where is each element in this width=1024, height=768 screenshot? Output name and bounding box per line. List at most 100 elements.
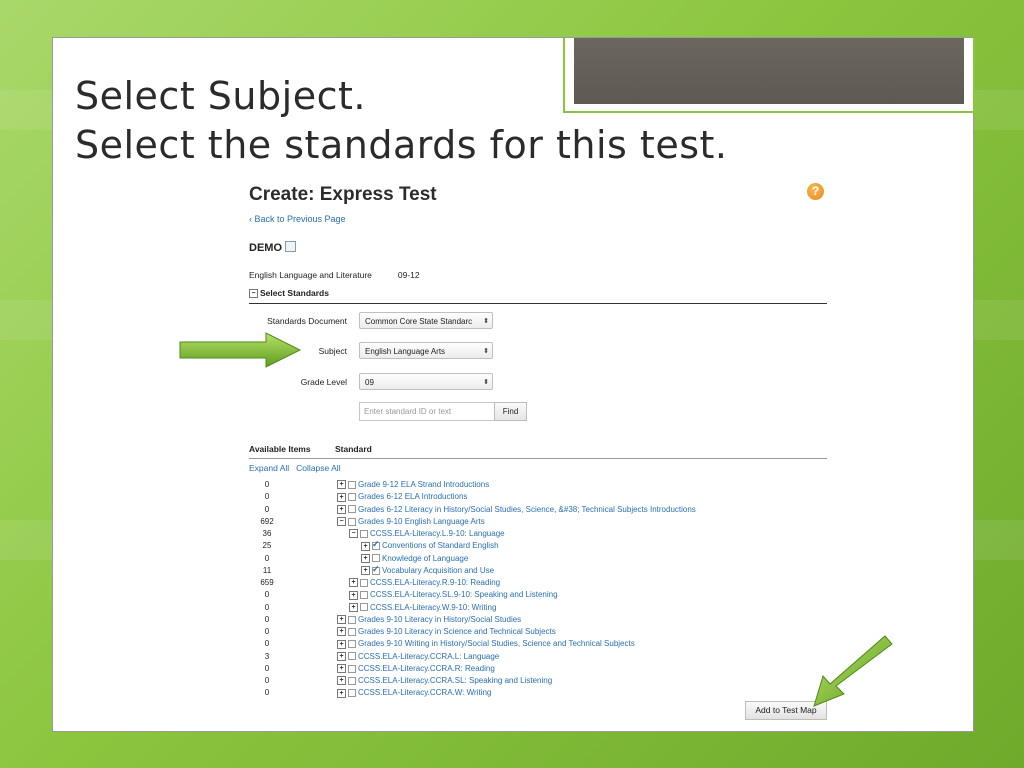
- standard-checkbox[interactable]: [348, 689, 356, 698]
- expand-node-icon[interactable]: +: [337, 480, 346, 490]
- standard-label[interactable]: Grades 9-10 Literacy in Science and Tech…: [358, 627, 556, 636]
- expand-node-icon[interactable]: +: [337, 651, 346, 661]
- grade-level-label: Grade Level: [300, 377, 347, 387]
- standard-label[interactable]: Knowledge of Language: [382, 554, 468, 563]
- available-count: 0: [264, 688, 270, 698]
- standard-checkbox[interactable]: [348, 676, 356, 685]
- tree-row: 0 + Grades 9-10 Literacy in History/Social…: [249, 615, 827, 627]
- slide-title-line2: Select the standards for this test.: [75, 123, 728, 167]
- standard-checkbox[interactable]: [348, 493, 356, 502]
- expand-node-icon[interactable]: +: [349, 578, 358, 588]
- expand-node-icon[interactable]: +: [337, 627, 346, 637]
- available-count: 0: [264, 590, 270, 600]
- standard-checkbox[interactable]: [372, 564, 380, 575]
- grade-level-select[interactable]: 09 ⬍: [359, 373, 493, 390]
- standard-node: + CCSS.ELA-Literacy.CCRA.SL: Speaking and…: [337, 676, 552, 686]
- standard-label[interactable]: Conventions of Standard English: [382, 541, 499, 550]
- standard-checkbox[interactable]: [360, 578, 368, 587]
- tree-row: 0 + Grade 9-12 ELA Strand Introductions: [249, 480, 827, 492]
- expand-node-icon[interactable]: +: [349, 602, 358, 612]
- standard-checkbox[interactable]: [360, 603, 368, 612]
- tree-row: 11 + Vocabulary Acquisition and Use: [249, 564, 827, 578]
- expand-node-icon[interactable]: +: [361, 541, 370, 551]
- tree-row: 0 + Grades 6-12 ELA Introductions: [249, 492, 827, 504]
- standard-label[interactable]: Grades 6-12 ELA Introductions: [358, 492, 467, 501]
- subject-select[interactable]: English Language Arts ⬍: [359, 342, 493, 359]
- standard-node: + Knowledge of Language: [361, 554, 468, 563]
- standard-label[interactable]: CCSS.ELA-Literacy.SL.9-10: Speaking and …: [370, 590, 558, 599]
- available-count: 0: [264, 676, 270, 685]
- standard-label[interactable]: Vocabulary Acquisition and Use: [382, 566, 494, 575]
- standard-label[interactable]: CCSS.ELA-Literacy.R.9-10: Reading: [370, 578, 500, 587]
- grade-level-value: 09: [365, 378, 374, 387]
- help-icon[interactable]: ?: [807, 183, 824, 200]
- edit-icon[interactable]: [285, 241, 296, 252]
- expand-node-icon[interactable]: +: [337, 504, 346, 514]
- expand-node-icon[interactable]: +: [361, 566, 370, 576]
- available-count: 0: [264, 504, 270, 514]
- available-count: 0: [264, 492, 270, 502]
- expand-node-icon[interactable]: +: [337, 664, 346, 674]
- standard-label[interactable]: CCSS.ELA-Literacy.W.9-10: Writing: [370, 603, 496, 612]
- standard-checkbox[interactable]: [348, 627, 356, 636]
- expand-node-icon[interactable]: +: [337, 492, 346, 502]
- standard-node: + Grades 9-10 Literacy in History/Social …: [337, 615, 521, 625]
- available-count: 0: [264, 614, 270, 624]
- collapse-node-icon[interactable]: −: [349, 529, 358, 539]
- standard-label[interactable]: CCSS.ELA-Literacy.CCRA.SL: Speaking and …: [358, 676, 552, 685]
- expand-node-icon[interactable]: +: [361, 553, 370, 563]
- available-count: 0: [264, 639, 270, 649]
- standard-node: + CCSS.ELA-Literacy.CCRA.L: Language: [337, 652, 499, 661]
- standard-checkbox[interactable]: [372, 539, 380, 551]
- standard-checkbox[interactable]: [348, 517, 356, 526]
- expand-controls: Expand All Collapse All: [249, 463, 341, 473]
- tree-row: 0 + Knowledge of Language: [249, 554, 827, 566]
- standards-document-select[interactable]: Common Core State Standarc ⬍: [359, 312, 493, 329]
- standard-label[interactable]: Grade 9-12 ELA Strand Introductions: [358, 480, 489, 489]
- standard-label[interactable]: CCSS.ELA-Literacy.L.9-10: Language: [370, 529, 505, 538]
- expand-node-icon[interactable]: +: [337, 676, 346, 686]
- standard-node: + CCSS.ELA-Literacy.CCRA.W: Writing: [337, 688, 491, 698]
- standard-checkbox[interactable]: [348, 615, 356, 624]
- standard-checkbox[interactable]: [348, 505, 356, 514]
- standard-checkbox[interactable]: [348, 652, 356, 661]
- expand-node-icon[interactable]: +: [337, 639, 346, 649]
- standard-checkbox[interactable]: [372, 554, 380, 563]
- available-count: 36: [262, 529, 272, 538]
- standard-checkbox[interactable]: [348, 640, 356, 649]
- green-arrow-right-icon: [179, 332, 302, 368]
- standard-label[interactable]: CCSS.ELA-Literacy.CCRA.W: Writing: [358, 688, 491, 697]
- standard-search-input[interactable]: Enter standard ID or text: [359, 402, 495, 421]
- select-standards-toggle[interactable]: − Select Standards: [249, 288, 329, 299]
- standard-node: + Grade 9-12 ELA Strand Introductions: [337, 480, 489, 490]
- standard-label[interactable]: Grades 9-10 Literacy in History/Social S…: [358, 615, 521, 624]
- standard-label[interactable]: Grades 6-12 Literacy in History/Social S…: [358, 505, 696, 514]
- standard-checkbox[interactable]: [360, 591, 368, 600]
- expand-all-link[interactable]: Expand All: [249, 463, 289, 473]
- expand-node-icon[interactable]: +: [337, 688, 346, 698]
- select-arrows-icon: ⬍: [483, 379, 489, 386]
- available-count: 0: [264, 480, 270, 489]
- divider: [249, 303, 827, 304]
- expand-node-icon[interactable]: +: [337, 615, 346, 625]
- back-link[interactable]: ‹ Back to Previous Page: [249, 214, 346, 224]
- standard-checkbox[interactable]: [348, 480, 356, 489]
- collapse-node-icon[interactable]: −: [337, 517, 346, 527]
- standard-label[interactable]: Grades 9-10 Writing in History/Social St…: [358, 639, 635, 648]
- standard-checkbox[interactable]: [348, 664, 356, 673]
- standard-label[interactable]: CCSS.ELA-Literacy.CCRA.L: Language: [358, 652, 499, 661]
- subject-value: English Language Arts: [365, 347, 446, 356]
- standard-node: + CCSS.ELA-Literacy.R.9-10: Reading: [349, 578, 500, 588]
- expand-node-icon[interactable]: +: [349, 590, 358, 600]
- tree-row: 0 + CCSS.ELA-Literacy.W.9-10: Writing: [249, 603, 827, 615]
- standard-label[interactable]: Grades 9-10 English Language Arts: [358, 517, 485, 526]
- standard-label[interactable]: CCSS.ELA-Literacy.CCRA.R: Reading: [358, 664, 495, 673]
- standard-checkbox[interactable]: [360, 529, 368, 538]
- standards-document-label: Standards Document: [267, 316, 347, 326]
- section-title: Select Standards: [260, 288, 329, 298]
- test-name: DEMO: [249, 241, 296, 254]
- green-arrow-down-left-icon: [813, 635, 893, 707]
- subject-info: English Language and Literature: [249, 270, 372, 280]
- collapse-all-link[interactable]: Collapse All: [296, 463, 340, 473]
- find-button[interactable]: Find: [494, 402, 527, 421]
